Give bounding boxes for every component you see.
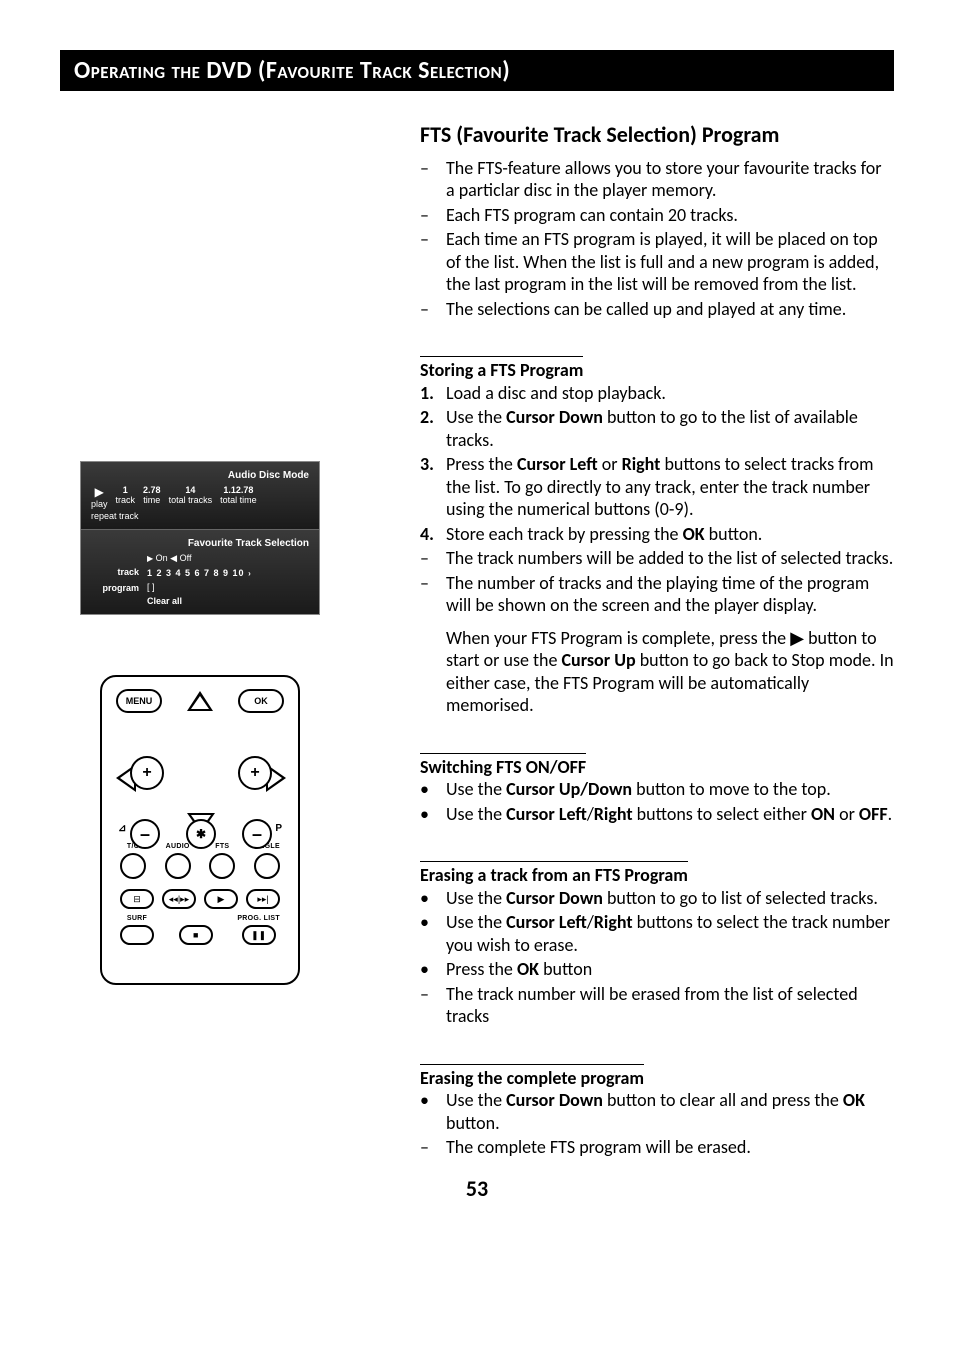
remote-vol-plus-button: + (130, 756, 164, 790)
storing-step-2: Use the Cursor Down button to go to the … (446, 406, 894, 451)
storing-list: 1.Load a disc and stop playback. 2.Use t… (420, 382, 894, 617)
storing-note-2: The number of tracks and the playing tim… (446, 572, 894, 617)
erasing-program-list: •Use the Cursor Down button to clear all… (420, 1089, 894, 1159)
storing-final-note: When your FTS Program is complete, press… (446, 627, 894, 717)
osd-total-tracks-label: total tracks (169, 495, 213, 505)
remote-prog-plus-button: + (238, 756, 272, 790)
remote-skip-button: ▸▸| (246, 889, 280, 909)
osd-fts-program-value: [ ] (147, 582, 309, 592)
osd-total-time-value: 1.12.78 (223, 485, 253, 495)
osd-audio-mode-title: Audio Disc Mode (91, 470, 309, 481)
storing-step-3: Press the Cursor Left or Right buttons t… (446, 453, 894, 521)
remote-fts-button (209, 853, 235, 879)
subheading-storing: Storing a FTS Program (420, 356, 583, 382)
remote-surf-label: SURF (127, 915, 147, 922)
osd-illustration: Audio Disc Mode ▶ play 1 track 2.78 time (80, 461, 320, 615)
osd-fts-onoff: On ◀ Off (156, 553, 192, 563)
remote-prog-minus-button: – (242, 819, 272, 849)
remote-menu-button: MENU (116, 689, 162, 713)
remote-pause-button: ❚❚ (242, 925, 276, 945)
subheading-erasing-track: Erasing a track from an FTS Program (420, 861, 688, 887)
remote-rewind-button: ◂◂|▸▸ (162, 889, 196, 909)
remote-blank-label (195, 915, 197, 922)
storing-note-1: The track numbers will be added to the l… (446, 547, 894, 570)
switching-list: •Use the Cursor Up/Down button to move t… (420, 778, 894, 825)
osd-more-icon: › (248, 569, 252, 578)
storing-step-1: Load a disc and stop playback. (446, 382, 894, 405)
erasing-track-list: •Use the Cursor Down button to go to lis… (420, 887, 894, 1028)
osd-fts-program-label: program (91, 583, 139, 593)
remote-audio-button (165, 853, 191, 879)
remote-audio-label: AUDIO (166, 843, 190, 850)
remote-vol-minus-button: – (130, 819, 160, 849)
osd-track-value: 1 (123, 485, 128, 495)
remote-p-label: P (275, 823, 282, 834)
subheading-switching: Switching FTS ON/OFF (420, 753, 586, 779)
erasing-track-item-1: Use the Cursor Down button to go to list… (446, 887, 894, 910)
osd-panel-fts: Favourite Track Selection track program … (81, 529, 319, 614)
subheading-erasing-program: Erasing the complete program (420, 1064, 644, 1090)
erasing-track-note: The track number will be erased from the… (446, 983, 894, 1028)
erasing-program-note: The complete FTS program will be erased. (446, 1136, 894, 1159)
left-column: Audio Disc Mode ▶ play 1 track 2.78 time (60, 121, 390, 1161)
remote-subtitle-button: ⊟ (120, 889, 154, 909)
remote-proglist-label: PROG. LIST (237, 915, 280, 922)
remote-dpad: + + – ✱ – ⊿ P (116, 723, 286, 833)
play-icon: ▶ (95, 485, 104, 499)
osd-time-label: time (143, 495, 160, 505)
intro-item-2: Each FTS program can contain 20 tracks. (446, 204, 894, 227)
page-title-bar: Operating the DVD (Favourite Track Selec… (60, 50, 894, 91)
page-number: 53 (60, 1175, 894, 1202)
remote-angle-button (254, 853, 280, 879)
switching-item-1: Use the Cursor Up/Down button to move to… (446, 778, 894, 801)
remote-ok-button: OK (238, 689, 284, 713)
section-heading-fts: FTS (Favourite Track Selection) Program (420, 121, 894, 149)
remote-fts-label: FTS (215, 843, 229, 850)
osd-track-label: track (116, 495, 136, 505)
remote-play-button: ▶ (204, 889, 238, 909)
remote-menu-label: MENU (126, 696, 153, 706)
remote-ok-label: OK (254, 696, 268, 706)
intro-item-1: The FTS-feature allows you to store your… (446, 157, 894, 202)
remote-up-arrow-icon (187, 691, 213, 711)
osd-time-value: 2.78 (143, 485, 161, 495)
osd-repeat-label: repeat track (91, 511, 309, 521)
osd-fts-track-numbers: 1 2 3 4 5 6 7 8 9 10 (147, 568, 245, 578)
erasing-track-item-2: Use the Cursor Left/Right buttons to sel… (446, 911, 894, 956)
erasing-program-item-1: Use the Cursor Down button to clear all … (446, 1089, 894, 1134)
osd-fts-clear-all: Clear all (147, 596, 309, 606)
intro-list: –The FTS-feature allows you to store you… (420, 157, 894, 321)
erasing-track-item-3: Press the OK button (446, 958, 894, 981)
remote-illustration: MENU OK + + – ✱ – ⊿ P T/C AUDIO FTS ANG (100, 675, 300, 985)
osd-play-label: play (91, 499, 108, 509)
osd-fts-track-label: track (91, 567, 139, 577)
storing-step-4: Store each track by pressing the OK butt… (446, 523, 894, 546)
remote-mute-button: ✱ (186, 819, 216, 849)
osd-panel-audio-disc: Audio Disc Mode ▶ play 1 track 2.78 time (81, 462, 319, 529)
osd-total-time-label: total time (220, 495, 257, 505)
remote-vol-label: ⊿ (118, 823, 126, 834)
osd-onoff-cursor-icon: ▶ (147, 554, 153, 563)
page-title: Operating the DVD (Favourite Track Selec… (74, 56, 510, 85)
remote-surf-button (120, 925, 154, 945)
switching-item-2: Use the Cursor Left/Right buttons to sel… (446, 803, 894, 826)
osd-total-tracks-value: 14 (185, 485, 195, 495)
intro-item-3: Each time an FTS program is played, it w… (446, 228, 894, 296)
remote-tc-button (120, 853, 146, 879)
remote-stop-button: ■ (179, 925, 213, 945)
intro-item-4: The selections can be called up and play… (446, 298, 894, 321)
right-column: FTS (Favourite Track Selection) Program … (420, 121, 894, 1161)
osd-fts-title: Favourite Track Selection (91, 538, 309, 549)
